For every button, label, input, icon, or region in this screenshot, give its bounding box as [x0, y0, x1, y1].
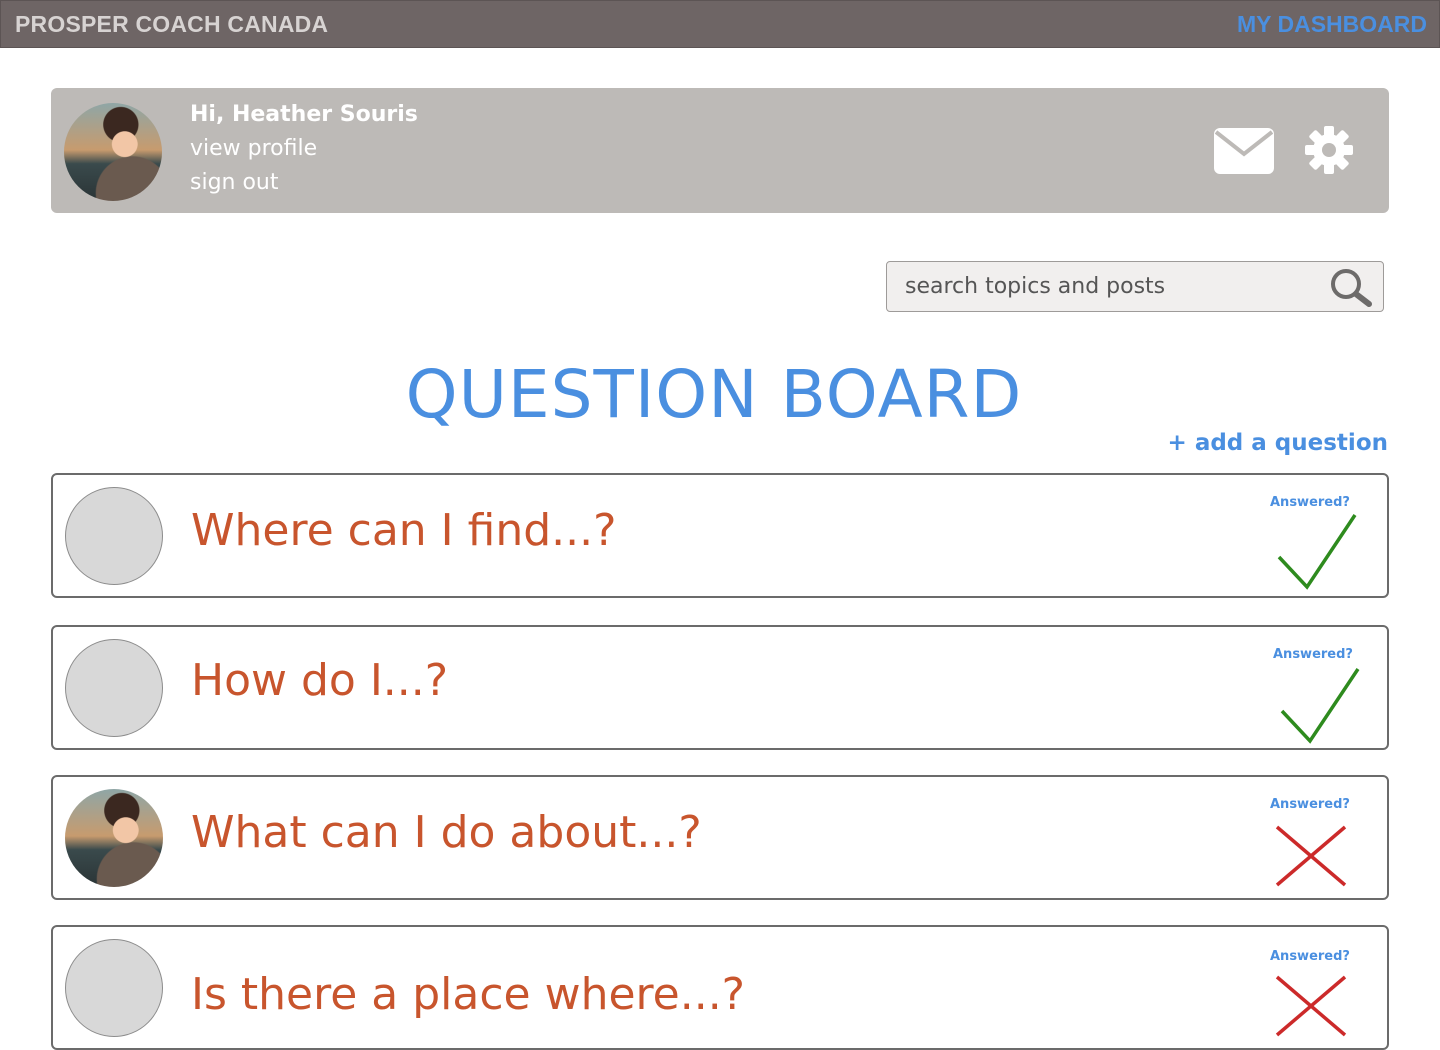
user-greeting: Hi, Heather Souris [190, 102, 418, 127]
brand-name: PROSPER COACH CANADA [15, 11, 329, 37]
question-row[interactable]: Is there a place where...? Answered? [51, 925, 1389, 1050]
check-icon [1277, 514, 1357, 590]
question-row[interactable]: How do I...? Answered? [51, 625, 1389, 750]
page-title: QUESTION BOARD [405, 356, 1023, 433]
view-profile-link[interactable]: view profile [190, 136, 317, 161]
cross-icon [1275, 975, 1347, 1037]
author-avatar [65, 487, 163, 585]
author-avatar [65, 639, 163, 737]
check-icon [1280, 668, 1360, 744]
search-box [886, 261, 1384, 312]
question-row[interactable]: Where can I find...? Answered? [51, 473, 1389, 598]
author-avatar [65, 789, 163, 887]
answered-label: Answered? [1270, 495, 1350, 510]
top-navigation-bar: PROSPER COACH CANADA MY DASHBOARD [0, 0, 1440, 48]
answered-label: Answered? [1270, 797, 1350, 812]
sign-out-link[interactable]: sign out [190, 170, 279, 195]
question-text[interactable]: What can I do about...? [191, 807, 702, 858]
question-row[interactable]: What can I do about...? Answered? [51, 775, 1389, 900]
answered-label: Answered? [1273, 647, 1353, 662]
mail-icon[interactable] [1214, 128, 1274, 174]
question-text[interactable]: Is there a place where...? [191, 969, 745, 1020]
user-avatar[interactable] [64, 103, 162, 201]
profile-card: Hi, Heather Souris view profile sign out [51, 88, 1389, 213]
my-dashboard-link[interactable]: MY DASHBOARD [1237, 11, 1427, 38]
question-text[interactable]: Where can I find...? [191, 505, 616, 556]
gear-icon[interactable] [1304, 125, 1354, 175]
question-text[interactable]: How do I...? [191, 655, 448, 706]
add-question-link[interactable]: + add a question [1168, 430, 1388, 456]
search-input[interactable] [905, 262, 1315, 311]
cross-icon [1275, 825, 1347, 887]
search-icon[interactable] [1327, 267, 1375, 307]
author-avatar [65, 939, 163, 1037]
answered-label: Answered? [1270, 949, 1350, 964]
